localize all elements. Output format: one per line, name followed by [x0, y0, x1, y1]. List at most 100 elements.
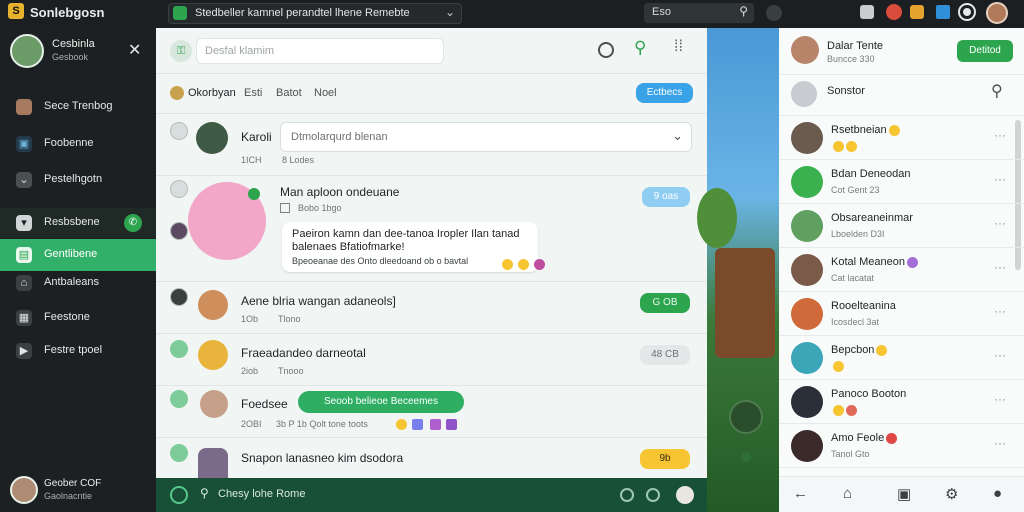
avatar — [791, 342, 823, 374]
list-item[interactable]: Kotal Meaneon Cat lacatat ··· — [779, 248, 1024, 292]
bookmark-icon[interactable] — [936, 5, 950, 19]
avatar[interactable] — [676, 486, 694, 504]
panel-search[interactable]: Sonstor ⚲ — [779, 74, 1024, 116]
contact-name: Panoco Booton — [831, 388, 907, 400]
avatar[interactable] — [986, 2, 1008, 24]
more-icon[interactable]: ··· — [994, 392, 1006, 406]
row-name: Foedsee — [241, 397, 288, 411]
list-item[interactable]: Obsareaneinmar Lboelden D3I ··· — [779, 204, 1024, 248]
more-icon[interactable]: ··· — [994, 304, 1006, 318]
close-icon[interactable]: ✕ — [128, 40, 141, 60]
list-item[interactable]: Amo Feole Tanol Gto ··· — [779, 424, 1024, 468]
search-icon[interactable]: ⚲ — [991, 81, 1003, 101]
message-bubble[interactable]: Paeiron kamn dan dee-tanoa Iropler Ilan … — [282, 222, 538, 272]
list-item[interactable]: Bdan Deneodan Cot Gent 23 ··· — [779, 160, 1024, 204]
sidebar-item-media[interactable]: ▶ Festre tpoel — [0, 336, 156, 366]
sticker-icon[interactable] — [646, 488, 660, 502]
sidebar-item-library[interactable]: ▦ Feestone — [0, 303, 156, 333]
avatar — [791, 386, 823, 418]
tab-noel[interactable]: Noel — [314, 87, 337, 99]
more-icon[interactable]: ··· — [994, 436, 1006, 450]
chevron-down-icon[interactable]: ⌄ — [445, 5, 455, 19]
tab-icon[interactable]: ▣ — [897, 485, 911, 503]
table-row[interactable]: Aene blria wangan adaneols] 1Ob Tlono G … — [156, 282, 707, 334]
profile-icon[interactable]: ● — [993, 485, 1002, 502]
circle-icon[interactable] — [766, 5, 782, 21]
table-row[interactable]: Snapon lanasneo kim dsodora 9b — [156, 438, 707, 478]
emoji-icon — [846, 141, 857, 153]
list-item[interactable]: Rsetbneian ··· — [779, 116, 1024, 160]
row-chip[interactable]: Seoob belieoe Beceemes — [298, 391, 464, 413]
call-icon[interactable]: ✆ — [124, 214, 142, 232]
tab-overview[interactable]: Okorbyan — [188, 87, 236, 99]
avatar-icon — [16, 99, 32, 115]
composer-input[interactable]: Chesy lohe Rome — [218, 488, 305, 500]
more-icon[interactable]: ··· — [994, 216, 1006, 230]
contact-name: Amo Feole — [831, 432, 898, 444]
avatar — [791, 254, 823, 286]
game-icon[interactable] — [886, 4, 902, 20]
sidebar-item-messages[interactable]: ▾ Resbsbene ✆ — [0, 208, 156, 238]
avatar — [198, 448, 228, 478]
emoji-icon — [907, 256, 918, 268]
row-badge[interactable]: G OB — [640, 293, 690, 313]
table-row[interactable]: Man aploon ondeuane Bobo 1bgo 9 oas Paei… — [156, 176, 707, 282]
more-icon[interactable]: ··· — [994, 348, 1006, 362]
settings-icon[interactable] — [958, 3, 976, 21]
address-bar[interactable]: Stedbeller kamnel perandtel lhene Remebt… — [168, 3, 462, 24]
back-icon[interactable]: ← — [793, 485, 808, 502]
avatar — [791, 430, 823, 462]
panel-header-sub: Buncce 330 — [827, 54, 875, 64]
emoji-icon[interactable] — [620, 488, 634, 502]
list-item[interactable]: Panoco Booton ··· — [779, 380, 1024, 424]
footer-name: Geober COF — [44, 478, 102, 489]
top-search[interactable]: Eso ⚲ — [644, 3, 754, 23]
row-badge[interactable]: 9b — [640, 449, 690, 469]
more-icon[interactable]: ··· — [994, 260, 1006, 274]
list-item[interactable]: Rooelteanina Icosdecl 3at ··· — [779, 292, 1024, 336]
emoji-icon — [412, 419, 423, 430]
tab-batot[interactable]: Batot — [276, 87, 302, 99]
panel-action-button[interactable]: Detitod — [957, 40, 1013, 62]
contact-sub: Icosdecl 3at — [831, 317, 880, 327]
clock-icon[interactable] — [598, 42, 614, 58]
sidebar-item-label: Foobenne — [44, 137, 94, 149]
list-item[interactable]: Bepcbon ··· — [779, 336, 1024, 380]
key-icon[interactable]: ⚿ — [170, 40, 192, 62]
sidebar-item-chats[interactable]: ▤ Gentlibene — [0, 239, 156, 271]
more-icon[interactable]: ··· — [994, 172, 1006, 186]
table-row[interactable]: Fraeadandeo darneotal 2iob Tnooo 48 CB — [156, 334, 707, 386]
avatar — [791, 122, 823, 154]
more-icon[interactable]: ··· — [994, 128, 1006, 142]
home-icon[interactable]: ⌂ — [843, 485, 852, 502]
contact-sub — [831, 141, 857, 153]
extension-icon[interactable] — [910, 5, 924, 19]
emoji-icon — [833, 361, 844, 373]
table-row[interactable]: Karoli 1ICH 8 Lodes Dtmolarqurd blenan ⌄ — [156, 114, 707, 176]
attach-icon[interactable] — [170, 486, 188, 504]
avatar[interactable] — [10, 476, 38, 504]
tab-bar: Okorbyan Esti Batot Noel Ectbecs — [156, 74, 707, 114]
avatar — [196, 122, 228, 154]
contact-name: Kotal Meaneon — [831, 256, 918, 268]
sidebar-item-activity[interactable]: ⌂ Antbaleans — [0, 268, 156, 298]
row-badge[interactable]: 9 oas — [642, 187, 690, 207]
sidebar-item-store[interactable]: ▣ Foobenne — [0, 129, 156, 159]
puzzle-icon[interactable] — [860, 5, 874, 19]
round-button-icon[interactable] — [729, 400, 763, 434]
tabs-action-button[interactable]: Ectbecs — [636, 83, 693, 103]
tab-esti[interactable]: Esti — [244, 87, 262, 99]
table-row[interactable]: Foedsee Seoob belieoe Beceemes 2OBI 3b P… — [156, 386, 707, 438]
contact-sub: Cat lacatat — [831, 273, 875, 283]
contact-sub — [831, 405, 857, 417]
row-time: 2OBI — [241, 419, 262, 429]
row-dropdown[interactable]: Dtmolarqurd blenan ⌄ — [280, 122, 692, 152]
sidebar-item-label: Festre tpoel — [44, 344, 103, 356]
more-icon[interactable]: ⁞⁞ — [674, 38, 683, 56]
search-icon[interactable]: ⚲ — [634, 38, 646, 58]
row-badge[interactable]: 48 CB — [640, 345, 690, 365]
sidebar-item-downloads[interactable]: ⌄ Pestelhgotn — [0, 165, 156, 195]
gear-icon[interactable]: ⚙ — [945, 485, 958, 503]
chat-search-input[interactable]: Desfal klamim — [196, 38, 444, 64]
sidebar-item-home[interactable]: Sece Trenbog — [0, 92, 156, 122]
